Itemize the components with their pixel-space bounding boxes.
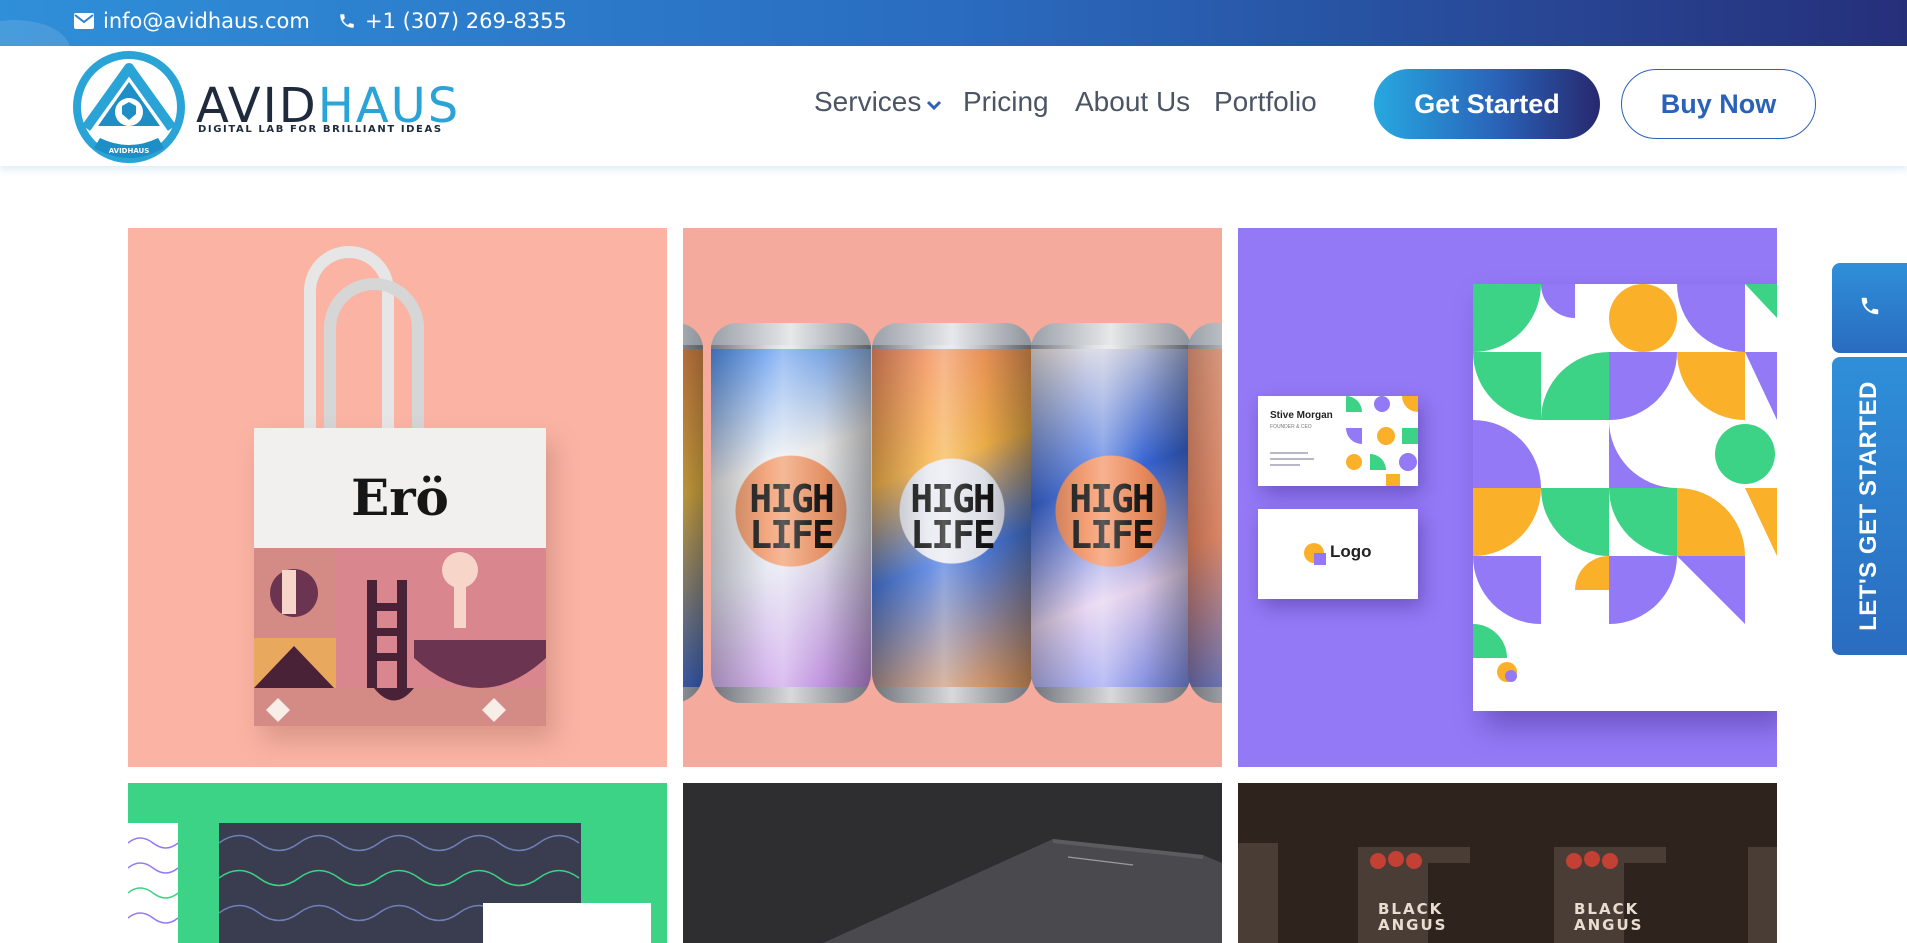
packaging-label: BLACK ANGUS xyxy=(1378,900,1448,934)
nav-services-label: Services xyxy=(814,86,922,117)
nav-about-us[interactable]: About Us xyxy=(1075,86,1190,118)
card-pattern-graphic xyxy=(1346,396,1418,486)
tote-bag-image: Erö xyxy=(254,428,546,726)
email-link[interactable]: info@avidhaus.com xyxy=(74,9,310,33)
get-started-button[interactable]: Get Started xyxy=(1374,69,1600,139)
envelope-icon xyxy=(74,13,94,29)
card-name: Stive Morgan xyxy=(1270,410,1333,421)
phone-icon xyxy=(338,12,356,30)
can-image: HIGHLIFE xyxy=(872,323,1032,703)
sheet-wave-graphic xyxy=(128,837,178,924)
top-contact-bar: info@avidhaus.com +1 (307) 269-8355 xyxy=(0,0,1907,46)
packaging-label: BLACK ANGUS xyxy=(1574,900,1644,934)
nav-services[interactable]: Services xyxy=(814,86,942,118)
can-image: HIGHLIFE xyxy=(1031,323,1191,703)
decorative-swoosh xyxy=(0,20,70,46)
site-header: AVIDHAUS AVIDHAUS DIGITAL LAB FOR BRILLI… xyxy=(0,46,1907,166)
phone-icon xyxy=(1859,295,1881,321)
tote-brand-text: Erö xyxy=(351,468,449,527)
packaging-graphic xyxy=(1238,783,1777,943)
poster-pattern-graphic xyxy=(1473,284,1777,711)
buy-now-button[interactable]: Buy Now xyxy=(1621,69,1816,139)
email-text: info@avidhaus.com xyxy=(103,9,310,33)
site-logo[interactable]: AVIDHAUS AVIDHAUS DIGITAL LAB FOR BRILLI… xyxy=(72,51,458,163)
side-get-started-button[interactable]: LET'S GET STARTED xyxy=(1832,357,1907,655)
card-role: FOUNDER & CEO xyxy=(1270,424,1312,430)
portfolio-item-pattern-print[interactable] xyxy=(128,783,667,943)
logo-card: Logo xyxy=(1258,509,1418,599)
logo-emblem-icon: AVIDHAUS xyxy=(73,51,185,163)
dark-paper-graphic xyxy=(683,783,1222,943)
tote-pattern-graphic xyxy=(254,548,546,726)
portfolio-item-packaging[interactable]: BLACK ANGUS BLACK ANGUS xyxy=(1238,783,1777,943)
chevron-down-icon xyxy=(926,86,942,118)
side-call-button[interactable] xyxy=(1832,263,1907,353)
portfolio-item-cans[interactable]: HIGHLIFE HIGHLIFE HIGHLIFE xyxy=(683,228,1222,767)
portfolio-item-stationery[interactable]: Stive Morgan FOUNDER & CEO Logo xyxy=(1238,228,1777,767)
nav-pricing[interactable]: Pricing xyxy=(963,86,1049,118)
svg-text:AVIDHAUS: AVIDHAUS xyxy=(109,147,150,155)
phone-text: +1 (307) 269-8355 xyxy=(365,9,567,33)
nav-portfolio[interactable]: Portfolio xyxy=(1214,86,1317,118)
side-cta-label: LET'S GET STARTED xyxy=(1855,381,1882,631)
portfolio-item-tote-bag[interactable]: Erö xyxy=(128,228,667,767)
logo-wordmark: AVIDHAUS xyxy=(196,78,461,134)
logo-card-text: Logo xyxy=(1330,542,1372,561)
business-card: Stive Morgan FOUNDER & CEO xyxy=(1258,396,1418,486)
can-image xyxy=(683,323,703,703)
phone-link[interactable]: +1 (307) 269-8355 xyxy=(338,9,567,33)
can-image xyxy=(1188,323,1222,703)
logo-tagline: DIGITAL LAB FOR BRILLIANT IDEAS xyxy=(198,124,443,135)
white-card xyxy=(483,903,651,943)
pattern-poster xyxy=(1473,284,1777,711)
can-image: HIGHLIFE xyxy=(711,323,871,703)
portfolio-item-dark-paper[interactable] xyxy=(683,783,1222,943)
logo-mark-icon xyxy=(1304,543,1326,565)
